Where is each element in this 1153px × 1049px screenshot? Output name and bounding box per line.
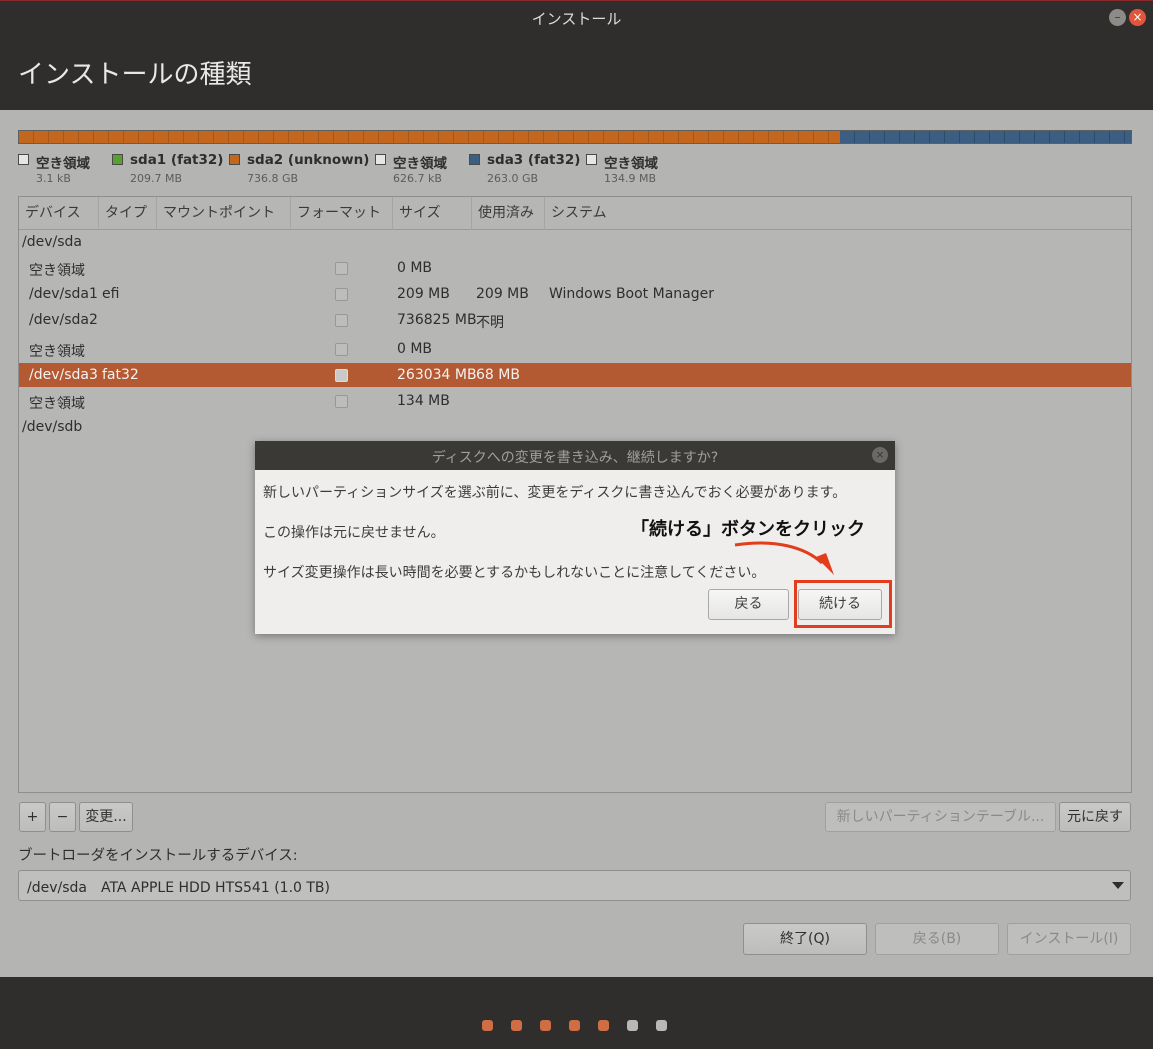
table-header: デバイス タイプ マウントポイント フォーマット サイズ 使用済み システム <box>19 197 1131 230</box>
install-button[interactable]: インストール(I) <box>1007 923 1131 955</box>
format-checkbox[interactable] <box>335 395 348 408</box>
legend-name: sda3 (fat32) <box>487 152 581 168</box>
dialog-message-2: この操作は元に戻せません。 <box>263 525 445 541</box>
legend-name: 空き領域 <box>393 156 447 172</box>
row-device: /dev/sdb <box>22 419 83 435</box>
add-partition-button[interactable]: + <box>19 802 46 832</box>
back-button[interactable]: 戻る(B) <box>875 923 999 955</box>
table-row[interactable]: /dev/sda1 efi 209 MB 209 MB Windows Boot… <box>19 282 1131 306</box>
column-header-used[interactable]: 使用済み <box>472 197 545 230</box>
legend-swatch <box>586 154 597 165</box>
legend-swatch <box>469 154 480 165</box>
partition-bar-sda3 <box>840 131 1131 143</box>
revert-button[interactable]: 元に戻す <box>1059 802 1131 832</box>
row-size: 0 MB <box>397 341 433 357</box>
row-size: 134 MB <box>397 393 450 409</box>
dialog-message-1: 新しいパーティションサイズを選ぶ前に、変更をディスクに書き込んでおく必要がありま… <box>263 485 847 501</box>
row-size: 209 MB <box>397 286 450 302</box>
column-header-device[interactable]: デバイス <box>19 197 99 230</box>
row-used: 不明 <box>476 315 504 331</box>
row-device: 空き領域 <box>29 344 85 360</box>
new-partition-table-button[interactable]: 新しいパーティションテーブル... <box>825 802 1056 832</box>
legend-size: 736.8 GB <box>247 172 299 185</box>
legend-name: sda1 (fat32) <box>130 152 224 168</box>
chevron-down-icon <box>1112 882 1124 889</box>
legend-swatch <box>112 154 123 165</box>
column-header-type[interactable]: タイプ <box>99 197 157 230</box>
legend-swatch <box>18 154 29 165</box>
bootloader-label: ブートローダをインストールするデバイス: <box>18 848 298 864</box>
format-checkbox[interactable] <box>335 288 348 301</box>
bootloader-device-select[interactable]: /dev/sda ATA APPLE HDD HTS541 (1.0 TB) <box>18 870 1131 901</box>
row-device: /dev/sda1 <box>29 286 98 302</box>
legend-swatch <box>375 154 386 165</box>
page-header: インストールの種類 <box>0 34 1153 110</box>
row-type: fat32 <box>102 367 139 383</box>
bootloader-device-value: /dev/sda ATA APPLE HDD HTS541 (1.0 TB) <box>27 880 330 896</box>
progress-dot-done <box>482 1020 493 1031</box>
table-row[interactable]: 空き領域 0 MB <box>19 337 1131 361</box>
table-row[interactable]: 空き領域 0 MB <box>19 256 1131 280</box>
legend-size: 3.1 kB <box>36 172 71 185</box>
dialog-back-button[interactable]: 戻る <box>708 589 789 620</box>
legend-size: 134.9 MB <box>604 172 657 185</box>
table-row-selected[interactable]: /dev/sda3 fat32 263034 MB 68 MB <box>19 363 1131 387</box>
progress-dot-done <box>511 1020 522 1031</box>
row-used: 209 MB <box>476 286 529 302</box>
legend-size: 626.7 kB <box>393 172 442 185</box>
close-icon[interactable]: × <box>1129 9 1146 26</box>
annotation-arrow-icon <box>734 541 834 575</box>
remove-partition-button[interactable]: − <box>49 802 76 832</box>
row-type: efi <box>102 286 120 302</box>
table-row[interactable]: /dev/sda2 736825 MB 不明 <box>19 308 1131 332</box>
legend-size: 209.7 MB <box>130 172 183 185</box>
legend-swatch <box>229 154 240 165</box>
annotation-highlight-box <box>794 580 892 628</box>
partition-bar <box>18 130 1132 144</box>
partition-legend: 空き領域 3.1 kB sda1 (fat32) 209.7 MB sda2 (… <box>18 152 1132 192</box>
dialog-message-3: サイズ変更操作は長い時間を必要とするかもしれないことに注意してください。 <box>263 565 766 581</box>
row-device: /dev/sda <box>22 234 82 250</box>
column-header-mount[interactable]: マウントポイント <box>157 197 291 230</box>
window-titlebar: インストール – × <box>0 0 1153 34</box>
row-size: 736825 MB <box>397 312 477 328</box>
dialog-titlebar: ディスクへの変更を書き込み、継続しますか? × <box>255 441 895 470</box>
format-checkbox[interactable] <box>335 262 348 275</box>
column-header-format[interactable]: フォーマット <box>291 197 393 230</box>
dialog-close-icon[interactable]: × <box>872 447 888 463</box>
row-device: 空き領域 <box>29 396 85 412</box>
progress-dot-done <box>540 1020 551 1031</box>
format-checkbox[interactable] <box>335 343 348 356</box>
legend-name: 空き領域 <box>36 156 90 172</box>
progress-dot-done <box>598 1020 609 1031</box>
row-used: 68 MB <box>476 367 520 383</box>
dialog-title: ディスクへの変更を書き込み、継続しますか? <box>431 450 719 466</box>
minimize-icon[interactable]: – <box>1109 9 1126 26</box>
change-partition-button[interactable]: 変更... <box>79 802 133 832</box>
legend-name: sda2 (unknown) <box>247 152 370 168</box>
row-device: /dev/sda3 <box>29 367 98 383</box>
row-system: Windows Boot Manager <box>549 286 714 302</box>
table-row[interactable]: /dev/sda <box>19 230 1131 254</box>
page-title: インストールの種類 <box>18 60 252 90</box>
progress-dot-done <box>569 1020 580 1031</box>
progress-footer <box>0 977 1153 1049</box>
format-checkbox[interactable] <box>335 314 348 327</box>
window-title: インストール <box>531 10 622 28</box>
legend-name: 空き領域 <box>604 156 658 172</box>
row-size: 263034 MB <box>397 367 477 383</box>
table-row[interactable]: /dev/sdb <box>19 415 1131 439</box>
column-header-size[interactable]: サイズ <box>393 197 472 230</box>
partition-bar-sda2 <box>19 131 840 143</box>
column-header-system[interactable]: システム <box>545 197 1131 230</box>
progress-dot-pending <box>656 1020 667 1031</box>
table-row[interactable]: 空き領域 134 MB <box>19 389 1131 413</box>
row-device: 空き領域 <box>29 263 85 279</box>
row-device: /dev/sda2 <box>29 312 98 328</box>
progress-dot-pending <box>627 1020 638 1031</box>
legend-size: 263.0 GB <box>487 172 539 185</box>
format-checkbox[interactable] <box>335 369 348 382</box>
quit-button[interactable]: 終了(Q) <box>743 923 867 955</box>
row-size: 0 MB <box>397 260 433 276</box>
